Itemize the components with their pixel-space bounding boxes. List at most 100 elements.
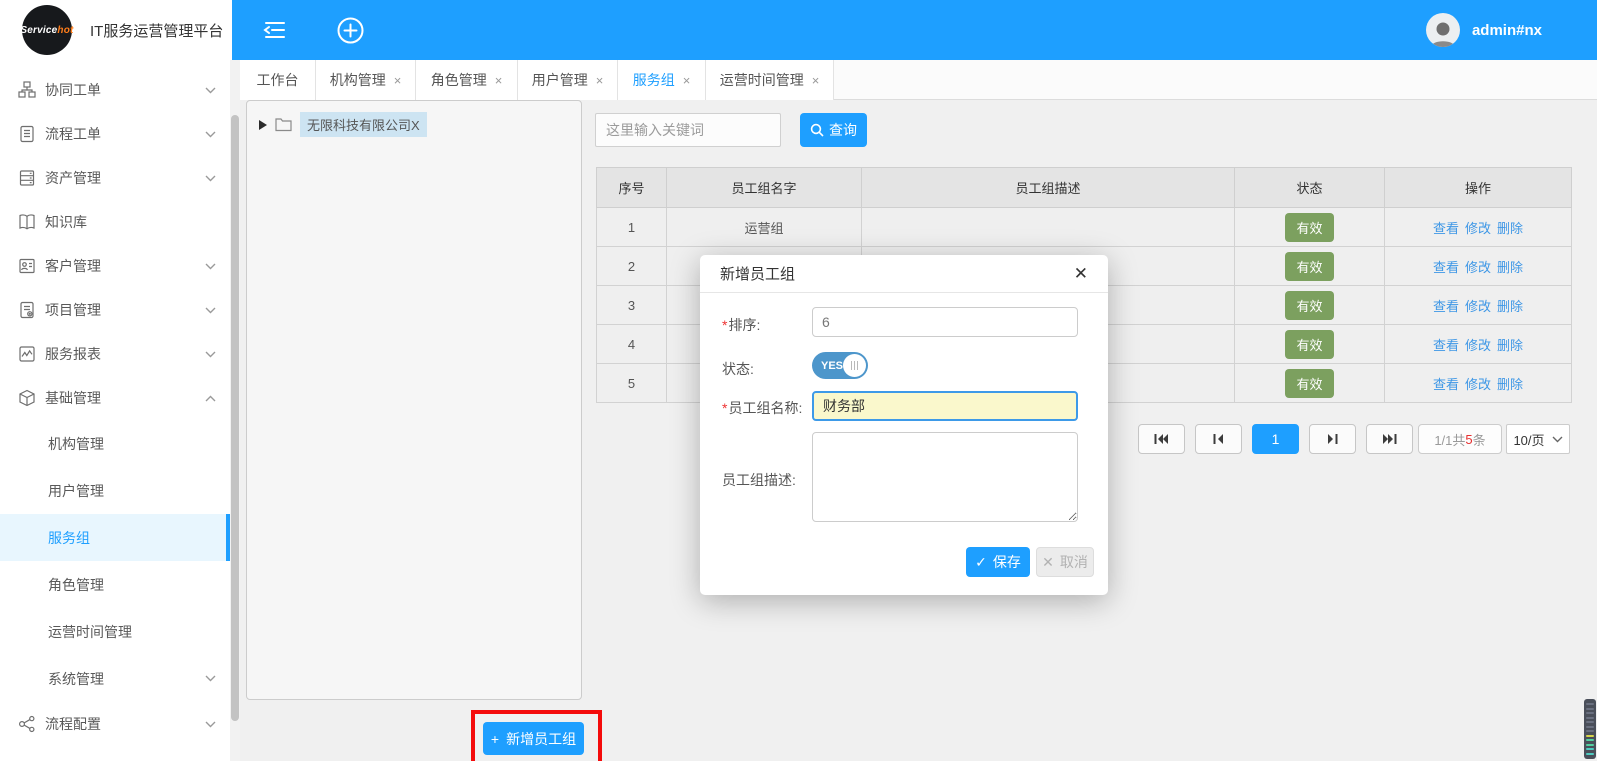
last-page-icon xyxy=(1382,433,1397,445)
pager-prev-button[interactable] xyxy=(1195,424,1242,454)
modal-header: 新增员工组 ✕ xyxy=(700,255,1108,293)
cell-status: 有效 xyxy=(1235,208,1385,247)
tree-expand-icon[interactable] xyxy=(259,120,267,130)
page-size-select[interactable]: 10/页 xyxy=(1506,424,1570,454)
sidebar-item-label: 客户管理 xyxy=(45,256,101,276)
delete-link[interactable]: 删除 xyxy=(1497,338,1523,353)
tab-org-management[interactable]: 机构管理 × xyxy=(316,60,416,100)
pager-first-button[interactable] xyxy=(1138,424,1185,454)
check-icon: ✓ xyxy=(975,554,987,571)
edit-link[interactable]: 修改 xyxy=(1465,260,1491,275)
view-link[interactable]: 查看 xyxy=(1433,299,1459,314)
tree-node-label[interactable]: 无限科技有限公司X xyxy=(300,112,427,137)
pager-record-count: 5 xyxy=(1465,432,1472,447)
username-label[interactable]: admin#nx xyxy=(1472,22,1542,39)
close-icon[interactable]: × xyxy=(495,73,503,88)
next-page-icon xyxy=(1327,433,1338,445)
sidebar-scrollbar-thumb[interactable] xyxy=(231,115,239,721)
sidebar-subitem-label: 角色管理 xyxy=(48,575,104,595)
close-icon[interactable]: ✕ xyxy=(1074,264,1088,284)
cancel-button[interactable]: ✕取消 xyxy=(1036,547,1094,577)
brand-area: Servicehot IT服务运营管理平台 xyxy=(0,0,232,60)
cell-status: 有效 xyxy=(1235,286,1385,325)
chevron-down-icon xyxy=(205,307,216,314)
user-avatar[interactable] xyxy=(1426,13,1460,47)
tab-service-group[interactable]: 服务组× xyxy=(618,60,706,100)
status-toggle[interactable]: YES xyxy=(812,352,868,379)
view-link[interactable]: 查看 xyxy=(1433,377,1459,392)
sidebar-subitem-service-group[interactable]: 服务组 xyxy=(0,514,230,561)
chevron-down-icon xyxy=(205,675,216,682)
tab-label: 用户管理 xyxy=(532,70,588,90)
sidebar-item-projects[interactable]: 项目管理 xyxy=(0,288,230,332)
add-group-modal: 新增员工组 ✕ *排序: 状态: YES *员工组名称: 员工组描述: ✓保存 … xyxy=(700,255,1108,595)
view-link[interactable]: 查看 xyxy=(1433,338,1459,353)
search-input[interactable] xyxy=(595,113,781,147)
sidebar-subitem-label: 机构管理 xyxy=(48,434,104,454)
tab-operating-time[interactable]: 运营时间管理 × xyxy=(706,60,834,100)
sort-input[interactable] xyxy=(812,307,1078,337)
pager-info-suffix: 条 xyxy=(1473,430,1486,449)
sidebar-item-process-config[interactable]: 流程配置 xyxy=(0,702,230,746)
col-header-actions: 操作 xyxy=(1385,168,1572,208)
sidebar-item-knowledge-base[interactable]: 知识库 xyxy=(0,200,230,244)
pager-last-button[interactable] xyxy=(1366,424,1413,454)
cell-no: 3 xyxy=(597,286,667,325)
chevron-up-icon xyxy=(205,395,216,402)
tab-label: 机构管理 xyxy=(330,70,386,90)
tab-bar: 工作台 机构管理 × 角色管理× 用户管理 × 服务组× 运营时间管理 × xyxy=(240,60,1597,100)
save-button[interactable]: ✓保存 xyxy=(966,547,1030,577)
tab-role-management[interactable]: 角色管理× xyxy=(416,60,518,100)
chevron-down-icon xyxy=(205,263,216,270)
sidebar-subitem-user-management[interactable]: 用户管理 xyxy=(0,467,230,514)
sidebar-item-process-orders[interactable]: 流程工单 xyxy=(0,112,230,156)
group-desc-textarea[interactable] xyxy=(812,432,1078,522)
collapse-menu-icon[interactable] xyxy=(260,15,290,45)
tab-user-management[interactable]: 用户管理 × xyxy=(518,60,618,100)
edit-link[interactable]: 修改 xyxy=(1465,338,1491,353)
delete-link[interactable]: 删除 xyxy=(1497,299,1523,314)
sidebar-subitem-org-management[interactable]: 机构管理 xyxy=(0,420,230,467)
book-icon xyxy=(18,213,36,231)
sidebar-subitem-operating-time[interactable]: 运营时间管理 xyxy=(0,608,230,655)
delete-link[interactable]: 删除 xyxy=(1497,377,1523,392)
status-badge: 有效 xyxy=(1285,330,1333,359)
delete-link[interactable]: 删除 xyxy=(1497,221,1523,236)
edit-link[interactable]: 修改 xyxy=(1465,221,1491,236)
view-link[interactable]: 查看 xyxy=(1433,221,1459,236)
cell-no: 5 xyxy=(597,364,667,403)
toggle-on-label: YES xyxy=(821,360,843,372)
tab-label: 运营时间管理 xyxy=(720,70,804,90)
tab-workbench[interactable]: 工作台 xyxy=(240,60,316,100)
sidebar-subitem-system-management[interactable]: 系统管理 xyxy=(0,655,230,702)
sitemap-icon xyxy=(18,81,36,99)
sidebar-item-service-reports[interactable]: 服务报表 xyxy=(0,332,230,376)
sidebar-item-collab-orders[interactable]: 协同工单 xyxy=(0,68,230,112)
pager-page-1-button[interactable]: 1 xyxy=(1252,424,1299,454)
folder-icon xyxy=(275,117,292,132)
group-name-input[interactable] xyxy=(812,391,1078,421)
sidebar-subitem-role-management[interactable]: 角色管理 xyxy=(0,561,230,608)
prev-page-icon xyxy=(1213,433,1224,445)
chevron-down-icon xyxy=(205,721,216,728)
delete-link[interactable]: 删除 xyxy=(1497,260,1523,275)
pager-next-button[interactable] xyxy=(1309,424,1356,454)
chevron-down-icon xyxy=(205,131,216,138)
view-link[interactable]: 查看 xyxy=(1433,260,1459,275)
close-icon[interactable]: × xyxy=(683,73,691,88)
close-icon[interactable]: × xyxy=(596,73,604,88)
sidebar-item-assets[interactable]: 资产管理 xyxy=(0,156,230,200)
sidebar-subitem-label: 系统管理 xyxy=(48,669,104,689)
close-icon[interactable]: × xyxy=(394,73,402,88)
logo-text-hot: hot xyxy=(57,25,73,36)
add-circle-icon[interactable] xyxy=(335,15,365,45)
modal-title: 新增员工组 xyxy=(720,263,795,284)
query-button[interactable]: 查询 xyxy=(800,113,867,147)
close-icon[interactable]: × xyxy=(812,73,820,88)
sidebar-item-base-management[interactable]: 基础管理 xyxy=(0,376,230,420)
edit-link[interactable]: 修改 xyxy=(1465,299,1491,314)
sidebar-item-customers[interactable]: 客户管理 xyxy=(0,244,230,288)
cell-actions: 查看修改删除 xyxy=(1385,286,1572,325)
search-icon xyxy=(810,123,824,137)
edit-link[interactable]: 修改 xyxy=(1465,377,1491,392)
